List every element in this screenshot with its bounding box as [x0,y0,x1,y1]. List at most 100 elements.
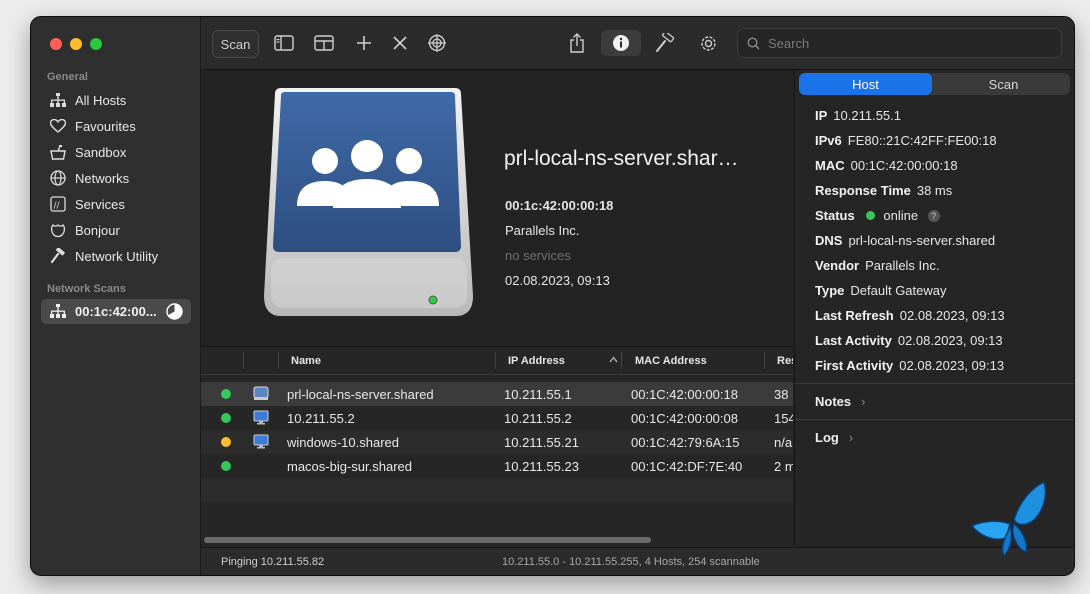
globe-icon [47,170,69,186]
sidebar-item-networks[interactable]: Networks [41,166,191,190]
field-response-time: Response Time 38 ms [815,183,953,198]
host-title: prl-local-ns-server.shar… [504,147,739,170]
heart-icon [47,119,69,133]
search-field[interactable] [737,28,1062,58]
add-icon[interactable] [351,30,377,56]
cell-name: 10.211.55.2 [287,411,355,426]
column-header-mac[interactable]: MAC Address [635,355,707,367]
sidebar-item-label: Sandbox [75,144,127,160]
butterfly-logo-icon [970,480,1050,563]
monitor-icon [253,434,269,452]
cell-ip: 10.211.55.21 [504,435,579,450]
table-row[interactable]: prl-local-ns-server.shared 10.211.55.1 0… [201,382,793,406]
status-center: 10.211.55.0 - 10.211.55.255, 4 Hosts, 25… [502,556,760,568]
table-row[interactable]: windows-10.shared 10.211.55.21 00:1C:42:… [201,430,793,454]
cell-response: n/a [774,435,793,450]
column-header-ip[interactable]: IP Address [508,355,565,367]
field-first-activity: First Activity 02.08.2023, 09:13 [815,358,1005,373]
host-drive-icon [261,86,476,323]
help-icon[interactable]: ? [927,210,940,222]
host-vendor: Parallels Inc. [505,223,580,238]
host-date: 02.08.2023, 09:13 [505,273,610,288]
cell-name: prl-local-ns-server.shared [287,387,434,402]
hosts-table: Name IP Address MAC Address Res prl-loca… [201,346,793,547]
field-last-activity: Last Activity 02.08.2023, 09:13 [815,333,1003,348]
cell-response: 38 [774,387,789,402]
sidebar-section-network-scans: Network Scans [47,283,126,295]
scan-button[interactable]: Scan [212,30,259,58]
cell-name: windows-10.shared [287,435,400,450]
target-icon[interactable] [424,30,450,56]
sidebar-item-favourites[interactable]: Favourites [41,114,191,138]
field-ipv6: IPv6 FE80::21C:42FF:FE00:18 [815,133,997,148]
toolbar: Scan [201,17,1074,70]
hammer-icon[interactable] [651,30,679,56]
divider [795,383,1074,384]
sidebar-item-all-hosts[interactable]: All Hosts [41,88,191,112]
zoom-window-button[interactable] [90,38,102,50]
column-header-response[interactable]: Res [777,355,793,367]
table-row[interactable]: macos-big-sur.shared 10.211.55.23 00:1C:… [201,454,793,478]
sidebar-toggle-icon[interactable] [271,30,297,56]
sidebar-item-services[interactable]: // Services [41,192,191,216]
status-warning-icon [221,437,231,447]
info-button[interactable] [601,30,641,56]
share-icon[interactable] [564,30,590,56]
host-services: no services [505,248,571,263]
scrollbar-thumb[interactable] [204,537,651,543]
sidebar-item-network-scan[interactable]: 00:1c:42:00... [41,299,191,324]
sidebar-item-label: All Hosts [75,92,127,108]
app-window: General All Hosts Favourites Sandbox Net… [30,16,1075,576]
sidebar-section-general: General [47,71,88,83]
host-summary: prl-local-ns-server.shar… 00:1c:42:00:00… [201,70,793,346]
sandbox-icon [47,144,69,160]
remove-icon[interactable] [387,30,413,56]
inspector-tabs: Host Scan [799,73,1070,95]
cell-mac: 00:1C:42:00:00:08 [631,411,738,426]
column-header-name[interactable]: Name [291,355,321,367]
notes-disclosure[interactable]: Notes › [815,394,865,409]
horizontal-scrollbar[interactable] [201,534,793,546]
hammer-icon [47,248,69,264]
field-status: Status online ? [815,208,940,223]
sidebar-item-bonjour[interactable]: Bonjour [41,218,191,242]
sidebar: General All Hosts Favourites Sandbox Net… [31,17,201,575]
layout-icon[interactable] [311,30,337,56]
server-icon [253,386,269,404]
sidebar-item-sandbox[interactable]: Sandbox [41,140,191,164]
sort-ascending-icon [609,354,618,366]
network-icon [47,92,69,108]
cell-ip: 10.211.55.23 [504,459,579,474]
field-mac: MAC 00:1C:42:00:00:18 [815,158,958,173]
table-header: Name IP Address MAC Address Res [201,347,793,375]
minimize-window-button[interactable] [70,38,82,50]
log-disclosure[interactable]: Log › [815,430,853,445]
scan-item-label: 00:1c:42:00... [75,304,157,319]
field-last-refresh: Last Refresh 02.08.2023, 09:13 [815,308,1005,323]
cell-name: macos-big-sur.shared [287,459,412,474]
sidebar-item-network-utility[interactable]: Network Utility [41,244,191,268]
cell-mac: 00:1C:42:79:6A:15 [631,435,740,450]
search-input[interactable] [766,34,1050,52]
network-icon [47,304,69,319]
bonjour-icon [47,223,69,238]
chevron-right-icon: › [861,394,866,409]
sidebar-item-label: Network Utility [75,248,159,264]
sidebar-item-label: Favourites [75,118,136,134]
sidebar-item-label: Services [75,196,125,212]
tab-host[interactable]: Host [799,73,932,95]
status-online-icon [866,211,876,220]
info-icon [613,35,629,51]
field-dns: DNS prl-local-ns-server.shared [815,233,996,248]
gear-icon[interactable] [695,30,721,56]
table-row[interactable]: 10.211.55.2 10.211.55.2 00:1C:42:00:00:0… [201,406,793,430]
sidebar-item-label: Bonjour [75,222,120,238]
progress-pie-icon [166,303,183,323]
chevron-right-icon: › [848,430,854,445]
tab-scan[interactable]: Scan [937,73,1070,95]
cell-mac: 00:1C:42:00:00:18 [631,387,738,402]
close-window-button[interactable] [50,38,62,50]
svg-text://: // [54,201,61,211]
divider [795,419,1074,420]
status-online-icon [221,461,231,471]
